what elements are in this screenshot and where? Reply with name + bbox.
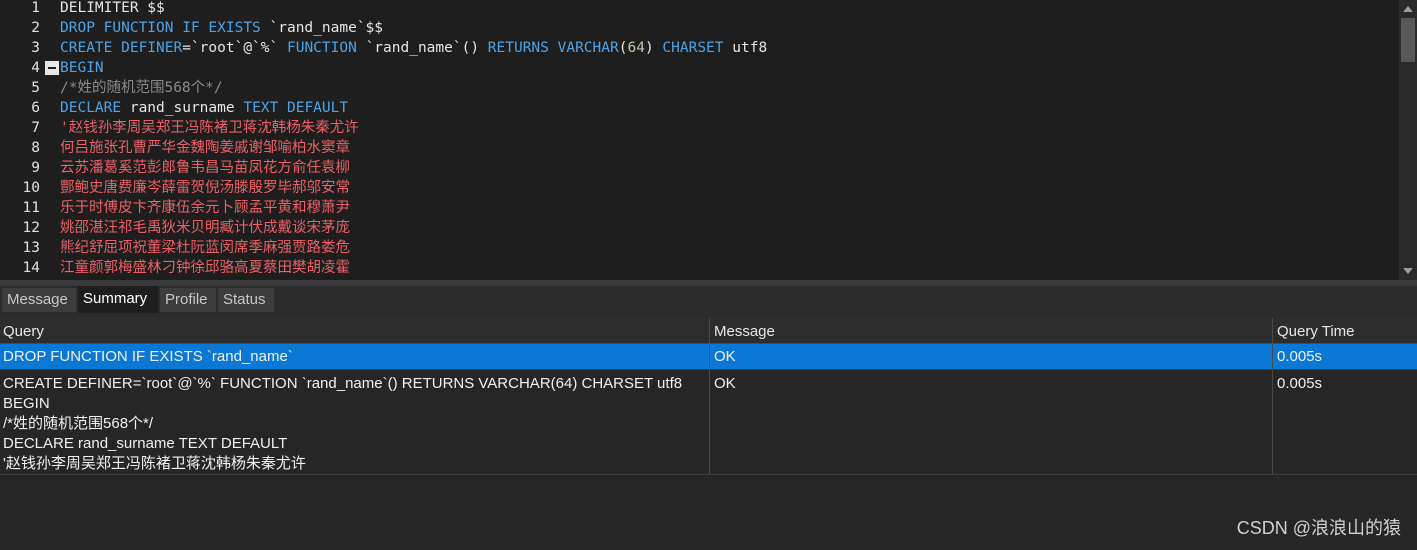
line-number: 11 <box>22 200 40 216</box>
code-token: 熊纪舒屈项祝董梁杜阮蓝闵席季麻强贾路娄危 <box>60 240 350 256</box>
code-token: 64 <box>627 40 645 56</box>
scrollbar-thumb[interactable] <box>1401 18 1415 62</box>
code-token: 江童颜郭梅盛林刁钟徐邱骆高夏蔡田樊胡凌霍 <box>60 260 350 276</box>
code-token: TEXT DEFAULT <box>243 100 349 116</box>
message-cell: OK <box>714 348 736 365</box>
line-number: 12 <box>22 220 40 236</box>
code-token: 云苏潘葛奚范彭郎鲁韦昌马苗凤花方俞任袁柳 <box>60 160 350 176</box>
line-number: 1 <box>31 0 40 16</box>
line-number: 4 <box>31 60 40 76</box>
line-number: 3 <box>31 40 40 56</box>
code-token: ) <box>644 40 663 56</box>
scroll-down-arrow-icon[interactable] <box>1403 268 1413 274</box>
line-number: 13 <box>22 240 40 256</box>
tab-message[interactable]: Message <box>2 288 76 312</box>
code-line[interactable]: BEGIN <box>60 58 104 78</box>
code-token: DELIMITER $$ <box>60 0 165 16</box>
code-token: 姚邵湛汪祁毛禹狄米贝明臧计伏成戴谈宋茅庞 <box>60 220 350 236</box>
column-divider[interactable] <box>1272 318 1273 474</box>
code-token: utf8 <box>732 40 768 56</box>
editor-vertical-scrollbar[interactable] <box>1399 0 1417 280</box>
column-header-query-time[interactable]: Query Time <box>1274 318 1355 343</box>
column-divider[interactable] <box>709 318 710 474</box>
line-number: 2 <box>31 20 40 36</box>
code-line[interactable]: CREATE DEFINER=`root`@`%` FUNCTION `rand… <box>60 38 767 58</box>
code-token: 酆鲍史唐费廉岑薛雷贺倪汤滕殷罗毕郝邬安常 <box>60 180 350 196</box>
code-line[interactable]: DELIMITER $$ <box>60 0 165 18</box>
line-number: 8 <box>31 140 40 156</box>
code-token: rand_surname <box>129 100 244 116</box>
sql-editor[interactable]: 1 2 3 4 5 6 7 8 9 10 11 12 13 14 DELIMITER $$ DROP FUN… <box>0 0 1417 280</box>
code-token: `rand_name`() <box>365 40 488 56</box>
code-line[interactable]: 云苏潘葛奚范彭郎鲁韦昌马苗凤花方俞任袁柳 <box>60 158 350 178</box>
code-line[interactable]: 江童颜郭梅盛林刁钟徐邱骆高夏蔡田樊胡凌霍 <box>60 258 350 278</box>
code-token: RETURNS VARCHAR <box>487 40 619 56</box>
query-cell: DROP FUNCTION IF EXISTS `rand_name` <box>3 348 293 365</box>
tab-status[interactable]: Status <box>218 288 274 312</box>
code-line[interactable]: 酆鲍史唐费廉岑薛雷贺倪汤滕殷罗毕郝邬安常 <box>60 178 350 198</box>
code-token: BEGIN <box>60 60 104 76</box>
line-number: 10 <box>22 180 40 196</box>
code-token: '赵钱孙李周吴郑王冯陈褚卫蒋沈韩杨朱秦尤许 <box>60 120 359 136</box>
line-number-gutter: 1 2 3 4 5 6 7 8 9 10 11 12 13 14 <box>0 0 60 280</box>
message-cell: OK <box>714 375 736 392</box>
line-number: 9 <box>31 160 40 176</box>
watermark: CSDN @浪浪山的猿 <box>1236 518 1401 538</box>
code-token: 乐于时傅皮卞齐康伍余元卜顾孟平黄和穆萧尹 <box>60 200 350 216</box>
line-number: 7 <box>31 120 40 136</box>
tab-profile[interactable]: Profile <box>160 288 216 312</box>
fold-collapse-icon[interactable] <box>45 61 59 75</box>
code-line[interactable]: 姚邵湛汪祁毛禹狄米贝明臧计伏成戴谈宋茅庞 <box>60 218 350 238</box>
summary-results-grid: Query Message Query Time DROP FUNCTION I… <box>0 318 1417 550</box>
code-line[interactable]: 乐于时傅皮卞齐康伍余元卜顾孟平黄和穆萧尹 <box>60 198 350 218</box>
query-time-cell: 0.005s <box>1277 348 1323 365</box>
tab-summary[interactable]: Summary <box>78 286 158 313</box>
line-number: 14 <box>22 260 40 276</box>
code-token: CREATE DEFINER <box>60 40 183 56</box>
query-time-cell: 0.005s <box>1277 375 1323 392</box>
line-number: 5 <box>31 80 40 96</box>
code-line[interactable]: DECLARE rand_surname TEXT DEFAULT <box>60 98 348 118</box>
code-token: 何吕施张孔曹严华金魏陶姜戚谢邹喻柏水窦章 <box>60 140 350 156</box>
query-cell: CREATE DEFINER=`root`@`%` FUNCTION `rand… <box>3 375 683 472</box>
result-tabs: Message Summary Profile Status <box>0 286 1417 313</box>
row-divider <box>0 474 1417 475</box>
code-token: FUNCTION <box>286 40 366 56</box>
line-number: 6 <box>31 100 40 116</box>
code-token: DECLARE <box>60 100 130 116</box>
code-line[interactable]: 何吕施张孔曹严华金魏陶姜戚谢邹喻柏水窦章 <box>60 138 350 158</box>
code-area[interactable]: DELIMITER $$ DROP FUNCTION IF EXISTS `ran… <box>60 0 1397 280</box>
code-line[interactable]: 熊纪舒屈项祝董梁杜阮蓝闵席季麻强贾路娄危 <box>60 238 350 258</box>
code-token: `rand_name`$$ <box>269 20 384 36</box>
scroll-up-arrow-icon[interactable] <box>1403 6 1413 12</box>
code-token: =`root`@`%` <box>182 40 287 56</box>
code-token: CHARSET <box>662 40 733 56</box>
code-token: /*姓的随机范围568个*/ <box>60 80 223 96</box>
column-header-query[interactable]: Query <box>0 318 44 343</box>
code-token: DROP FUNCTION IF EXISTS <box>60 20 270 36</box>
code-line[interactable]: '赵钱孙李周吴郑王冯陈褚卫蒋沈韩杨朱秦尤许 <box>60 118 359 138</box>
code-line[interactable]: /*姓的随机范围568个*/ <box>60 78 223 98</box>
column-header-message[interactable]: Message <box>711 318 775 343</box>
code-line[interactable]: DROP FUNCTION IF EXISTS `rand_name`$$ <box>60 18 383 38</box>
